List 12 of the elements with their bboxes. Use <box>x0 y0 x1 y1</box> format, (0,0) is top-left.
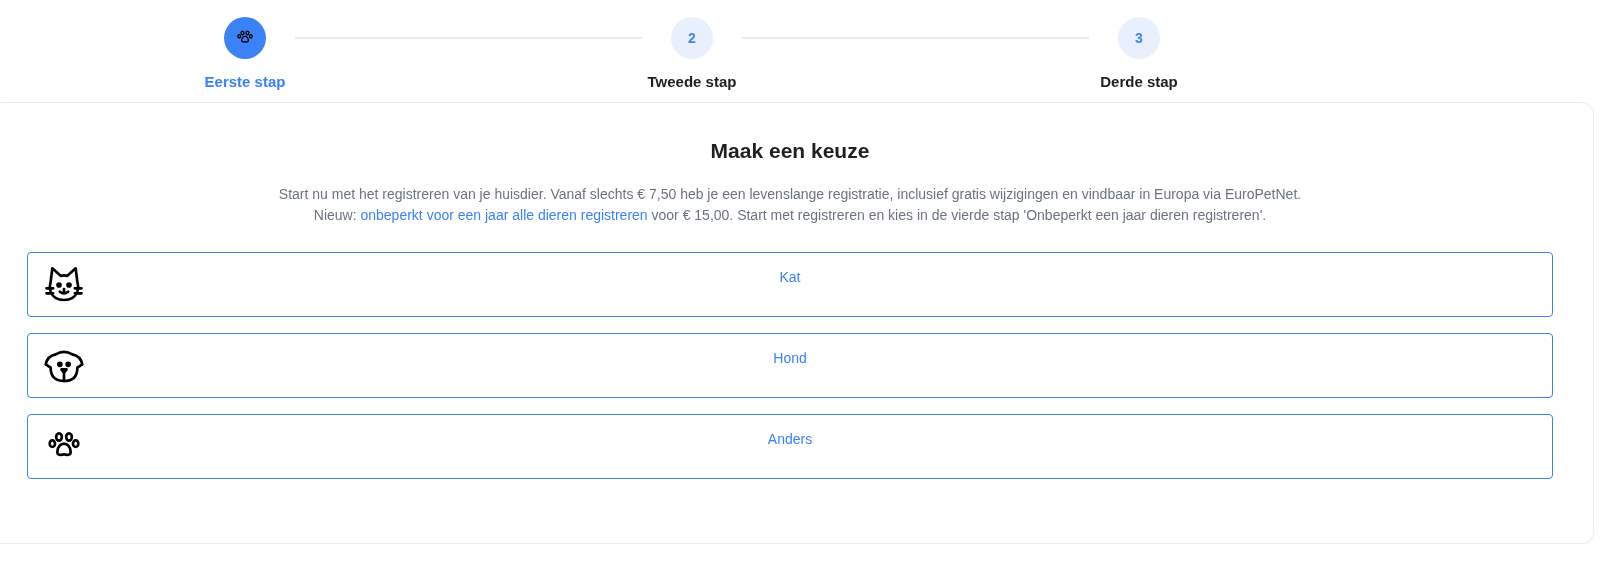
step-circle: 2 <box>671 17 713 59</box>
step-circle: 3 <box>1118 17 1160 59</box>
news-text: Nieuw: onbeperkt voor een jaar alle dieren registreren voor € 15,00. Start met registreren en kies in de vierde stap 'Onbeperkt een jaar dieren registreren'. <box>312 206 1268 225</box>
animal-option[interactable]: Anders <box>27 414 1553 479</box>
step-label: Derde stap <box>1100 73 1178 90</box>
animal-option[interactable]: Kat <box>27 252 1553 317</box>
step-label: Eerste stap <box>204 73 286 90</box>
step-label: Tweede stap <box>647 73 737 90</box>
card-title: Maak een keuze <box>709 139 871 163</box>
intro-text: Start nu met het registreren van je huisdier. Vanaf slechts € 7,50 heb je een levenslange registratie, inclusief gratis wijzigingen en vindbaar in Europa via EuroPetNet. <box>277 185 1303 204</box>
animal-option[interactable]: Hond <box>27 333 1553 398</box>
offer-link[interactable]: onbeperkt voor een jaar alle dieren registreren <box>360 207 648 223</box>
